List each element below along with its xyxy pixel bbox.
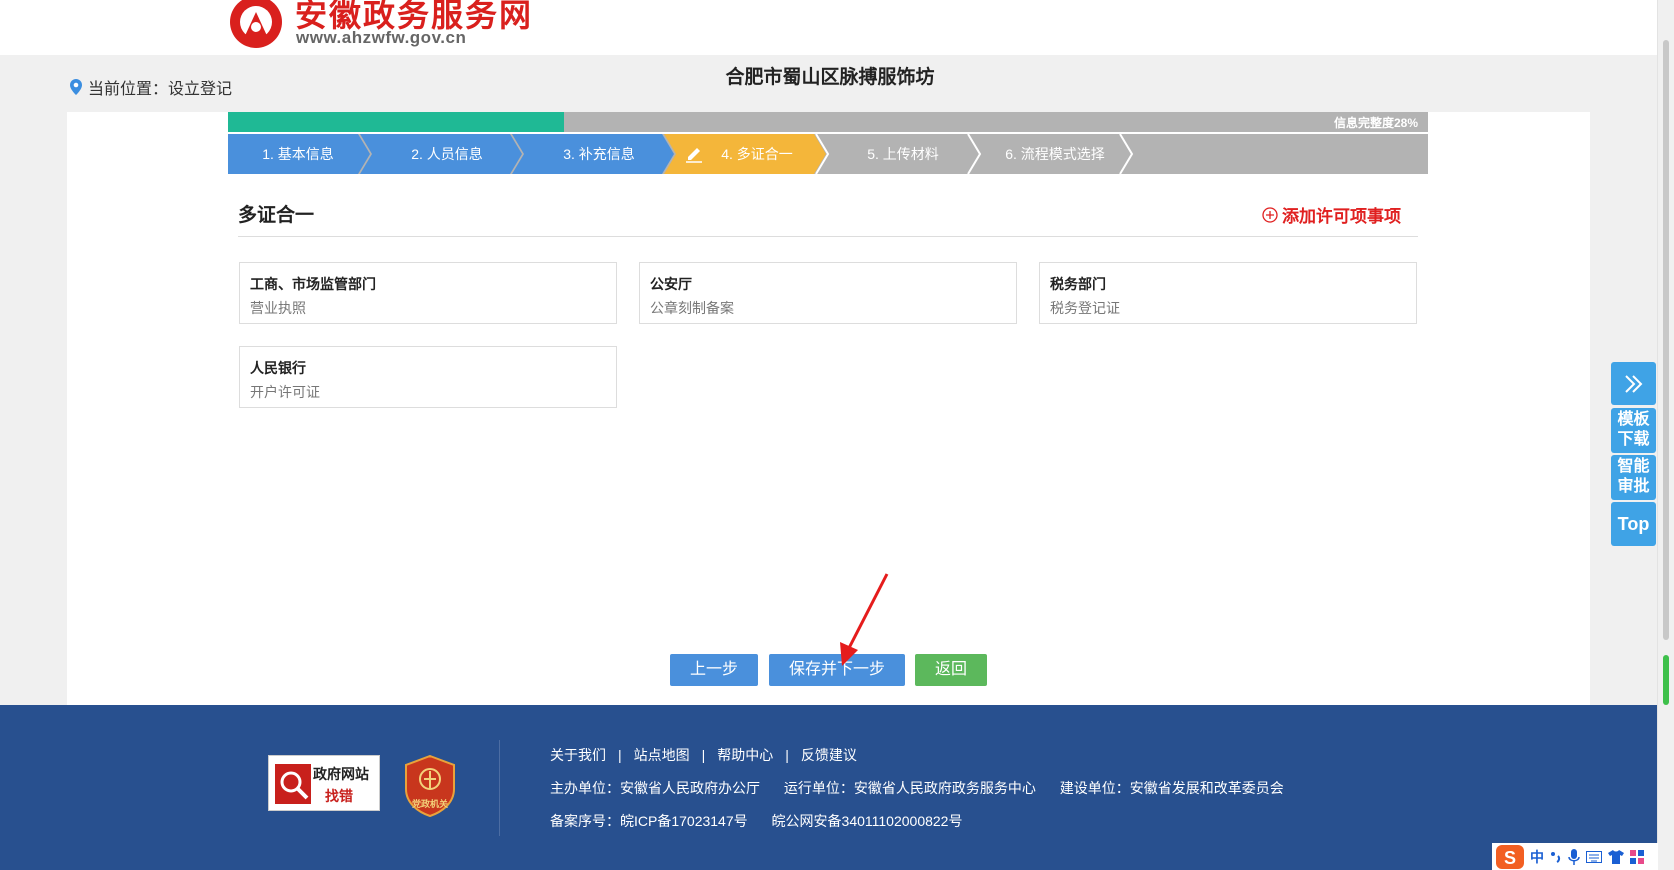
badge-label: 党政机关 [411,799,448,809]
step-process-mode[interactable]: 6. 流程模式选择 [982,134,1128,174]
site-logo-url: www.ahzwfw.gov.cn [296,28,467,47]
step-upload-materials[interactable]: 5. 上传材料 [830,134,976,174]
footer-host: 主办单位：安徽省人民政府办公厅 [550,780,760,796]
page-title: 合肥市蜀山区脉搏服饰坊 [725,67,935,88]
footer-record-info: 备案序号：皖ICP备17023147号 皖公网安备34011102000822号 [550,811,962,831]
back-to-top-button[interactable]: Top [1611,502,1656,546]
template-download-button[interactable]: 模板 下载 [1611,408,1656,453]
card-subtitle: 营业执照 [250,300,306,316]
certificate-card-market[interactable]: 工商、市场监管部门 营业执照 [239,262,617,324]
footer-link-about[interactable]: 关于我们 [550,747,606,763]
punctuation-icon[interactable] [1550,850,1562,864]
site-logo-icon[interactable] [228,0,284,50]
card-subtitle: 公章刻制备案 [650,300,734,316]
footer-divider [499,740,500,836]
location-pin-icon [70,79,82,95]
ime-toolbar[interactable]: S 中 [1492,843,1658,870]
jiucuo-line2: 找错 [325,788,353,804]
double-chevron-right-icon [1624,375,1642,393]
collapse-sidebar-button[interactable] [1611,362,1656,405]
step-basic-info[interactable]: 1. 基本信息 [228,134,368,174]
link-separator: | [701,747,706,763]
card-title: 税务部门 [1050,276,1106,292]
progress-fill [228,112,564,132]
toolbox-grid-icon[interactable] [1630,849,1644,864]
step-wizard: 1. 基本信息 2. 人员信息 3. 补充信息 4. 多证合一 5. 上传材料 … [228,134,1428,174]
site-header: 安徽政务服务网 www.ahzwfw.gov.cn [0,0,1657,55]
add-permit-label: 添加许可项事项 [1282,207,1401,226]
footer-org-info: 主办单位：安徽省人民政府办公厅 运行单位：安徽省人民政府政务服务中心 建设单位：… [550,778,1284,798]
annotation-arrow-icon [840,573,889,666]
link-separator: | [618,747,622,763]
footer-operator: 运行单位：安徽省人民政府政务服务中心 [783,780,1036,796]
progress-label: 信息完整度28% [1333,116,1418,130]
card-subtitle: 开户许可证 [250,384,320,400]
plus-circle-icon [1262,206,1278,223]
scroll-indicator [1663,655,1669,705]
card-title: 工商、市场监管部门 [250,276,376,292]
smart-approval-button[interactable]: 智能 审批 [1611,455,1656,500]
step-personnel-info[interactable]: 2. 人员信息 [374,134,520,174]
breadcrumb: 当前位置：设立登记 [70,75,232,99]
footer-link-help[interactable]: 帮助中心 [717,747,773,763]
footer-link-sitemap[interactable]: 站点地图 [634,747,690,763]
gov-site-error-report[interactable]: 政府网站 找错 [268,755,380,811]
section-divider [238,236,1418,237]
completeness-progress-bar: 信息完整度28% [228,112,1428,132]
card-title: 公安厅 [650,276,692,292]
card-subtitle: 税务登记证 [1050,300,1120,316]
step-multi-certificate[interactable]: 4. 多证合一 [694,134,820,174]
prev-step-button[interactable]: 上一步 [670,654,758,686]
footer-builder: 建设单位：安徽省发展和改革委员会 [1059,780,1284,796]
certificate-card-bank[interactable]: 人民银行 开户许可证 [239,346,617,408]
sogou-logo-icon: S [1496,844,1524,869]
link-separator: | [785,747,789,763]
certificate-card-tax[interactable]: 税务部门 税务登记证 [1039,262,1417,324]
jiucuo-line1: 政府网站 [313,766,369,782]
breadcrumb-label: 当前位置：设立登记 [88,81,233,98]
ime-lang-label[interactable]: 中 [1530,847,1544,867]
footer-link-feedback[interactable]: 反馈建议 [801,747,857,763]
section-title: 多证合一 [238,205,315,226]
skin-shirt-icon[interactable] [1608,849,1624,864]
magnifier-icon [275,764,311,804]
keyboard-icon[interactable] [1586,850,1602,863]
back-button[interactable]: 返回 [915,654,987,686]
step-supplementary-info[interactable]: 3. 补充信息 [526,134,672,174]
scrollbar-thumb[interactable] [1663,40,1669,640]
footer-icp[interactable]: 备案序号：皖ICP备17023147号 [550,813,748,829]
svg-text:S: S [1504,848,1516,868]
microphone-icon[interactable] [1568,848,1580,865]
footer-police-record[interactable]: 皖公网安备34011102000822号 [772,813,963,829]
certificate-card-police[interactable]: 公安厅 公章刻制备案 [639,262,1017,324]
card-title: 人民银行 [250,360,306,376]
party-gov-badge[interactable]: 党政机关 [404,754,456,818]
footer-links: 关于我们 | 站点地图 | 帮助中心 | 反馈建议 [550,745,857,765]
add-permit-button[interactable]: 添加许可项事项 [1262,202,1401,227]
